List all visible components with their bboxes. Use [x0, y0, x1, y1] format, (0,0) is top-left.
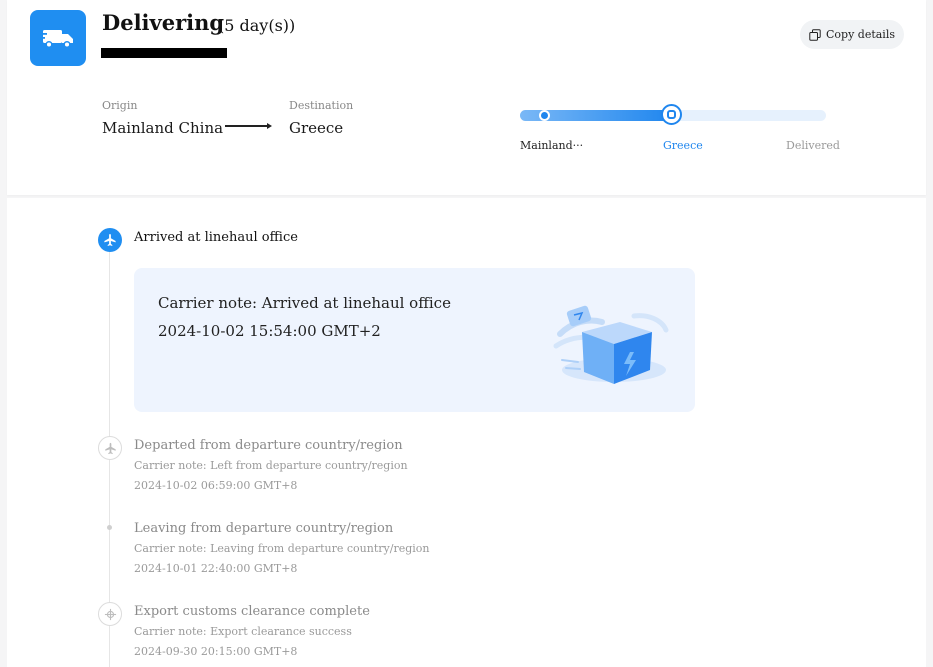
progress-start-marker: [539, 110, 550, 121]
stage-delivered: Delivered: [786, 139, 840, 152]
destination-value: Greece: [289, 119, 344, 137]
origin-label: Origin: [102, 99, 138, 112]
truck-icon: [41, 30, 73, 49]
copy-details-button[interactable]: Copy details: [800, 20, 904, 49]
parcel-illustration: [553, 305, 669, 384]
event-title: Leaving from departure country/region: [134, 521, 394, 536]
event-title: Departed from departure country/region: [134, 438, 403, 453]
customs-icon: [98, 602, 122, 626]
event-time: 2024-09-30 20:15:00 GMT+8: [134, 645, 298, 658]
carrier-note-text: Carrier note: Arrived at linehaul office: [158, 294, 451, 312]
carrier-note-time: 2024-10-02 15:54:00 GMT+2: [158, 322, 381, 340]
event-note: Carrier note: Left from departure countr…: [134, 459, 408, 472]
event-time: 2024-10-01 22:40:00 GMT+8: [134, 562, 298, 575]
origin-value: Mainland China: [102, 119, 224, 137]
carrier-note-card: Carrier note: Arrived at linehaul office…: [134, 268, 695, 412]
redacted-tracking-number: [101, 48, 227, 58]
copy-details-label: Copy details: [825, 28, 895, 41]
plane-icon: [98, 436, 122, 460]
plane-icon: [98, 228, 122, 252]
arrow-right-icon: [225, 123, 272, 129]
event-title: Export customs clearance complete: [134, 604, 370, 619]
progress-current-marker: [661, 104, 682, 125]
timeline-dot: [107, 525, 112, 530]
event-note: Carrier note: Leaving from departure cou…: [134, 542, 430, 555]
status-title: Delivering: [102, 10, 225, 35]
destination-label: Destination: [289, 99, 354, 112]
copy-icon: [809, 28, 821, 41]
event-current-title: Arrived at linehaul office: [134, 230, 298, 245]
stage-destination: Greece: [663, 139, 703, 152]
status-days: (5 day(s)): [218, 16, 296, 35]
truck-badge: [30, 10, 86, 66]
event-time: 2024-10-02 06:59:00 GMT+8: [134, 479, 298, 492]
event-note: Carrier note: Export clearance success: [134, 625, 352, 638]
stage-origin: Mainland···: [520, 139, 584, 152]
shipment-progress-bar: [520, 100, 830, 130]
